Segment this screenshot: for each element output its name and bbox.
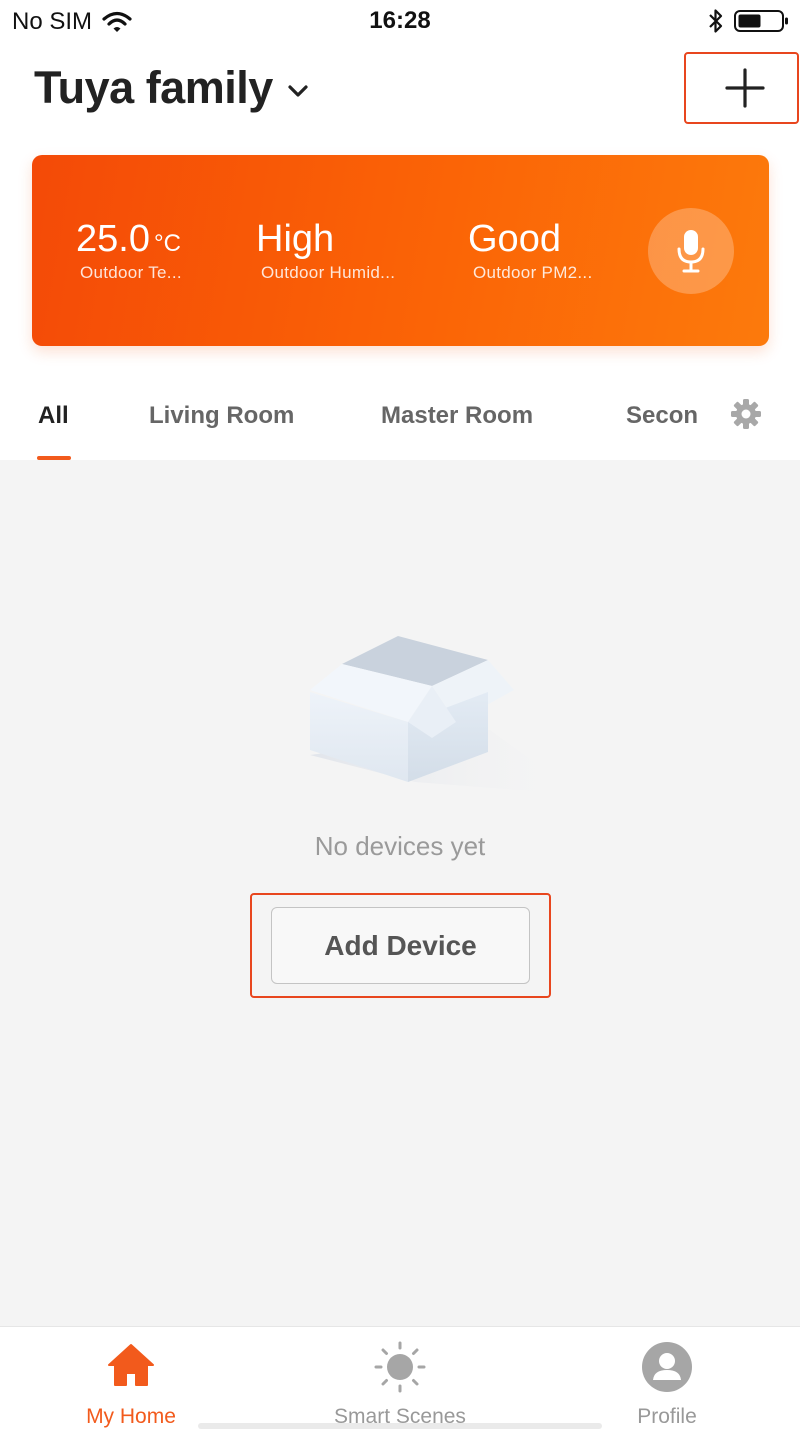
plus-icon bbox=[725, 68, 765, 108]
microphone-icon bbox=[677, 230, 705, 273]
empty-message: No devices yet bbox=[314, 831, 486, 861]
nav-profile[interactable]: Profile bbox=[567, 1327, 767, 1429]
humidity-label: Outdoor Humid... bbox=[261, 263, 396, 282]
sun-icon bbox=[374, 1341, 426, 1393]
status-time: 16:28 bbox=[369, 7, 431, 34]
family-title: Tuya family bbox=[34, 62, 273, 113]
home-indicator bbox=[198, 1423, 602, 1429]
add-device-button[interactable]: Add Device bbox=[271, 907, 530, 984]
battery-icon bbox=[734, 10, 788, 32]
status-bar: No SIM 16:28 bbox=[0, 0, 800, 44]
room-tabs: All Living Room Master Room Secon bbox=[0, 380, 800, 460]
tab-all[interactable]: All bbox=[38, 402, 69, 430]
gear-icon[interactable] bbox=[730, 398, 762, 430]
nav-smart-scenes[interactable]: Smart Scenes bbox=[300, 1327, 500, 1429]
voice-button[interactable] bbox=[648, 208, 734, 294]
bluetooth-icon bbox=[709, 9, 723, 33]
chevron-down-icon bbox=[288, 85, 308, 97]
temperature-metric: 25.0 °C Outdoor Te... bbox=[76, 217, 182, 282]
tab-master-room[interactable]: Master Room bbox=[381, 402, 533, 430]
family-selector[interactable]: Tuya family bbox=[34, 62, 309, 114]
tab-second-room[interactable]: Secon bbox=[626, 402, 702, 430]
temperature-unit: °C bbox=[153, 230, 181, 257]
nav-my-home[interactable]: My Home bbox=[31, 1327, 231, 1429]
pm-label: Outdoor PM2... bbox=[473, 263, 593, 282]
humidity-value: High bbox=[256, 218, 335, 260]
home-icon bbox=[108, 1344, 154, 1386]
add-button[interactable] bbox=[700, 56, 790, 120]
bottom-navigation: My Home Smart Scenes Profile bbox=[0, 1326, 800, 1429]
tab-living-room[interactable]: Living Room bbox=[149, 402, 294, 430]
temperature-label: Outdoor Te... bbox=[80, 263, 182, 282]
pm-value: Good bbox=[468, 218, 561, 260]
pm-metric: Good Outdoor PM2... bbox=[468, 217, 592, 282]
status-indicators bbox=[708, 8, 790, 34]
weather-card[interactable]: 25.0 °C Outdoor Te... High Outdoor Humid.… bbox=[32, 155, 769, 346]
temperature-value: 25.0 bbox=[76, 218, 150, 260]
humidity-metric: High Outdoor Humid... bbox=[256, 217, 395, 282]
profile-icon bbox=[642, 1342, 692, 1392]
empty-box-illustration bbox=[310, 636, 580, 795]
devices-area: No devices yet Add Device bbox=[0, 460, 800, 1326]
